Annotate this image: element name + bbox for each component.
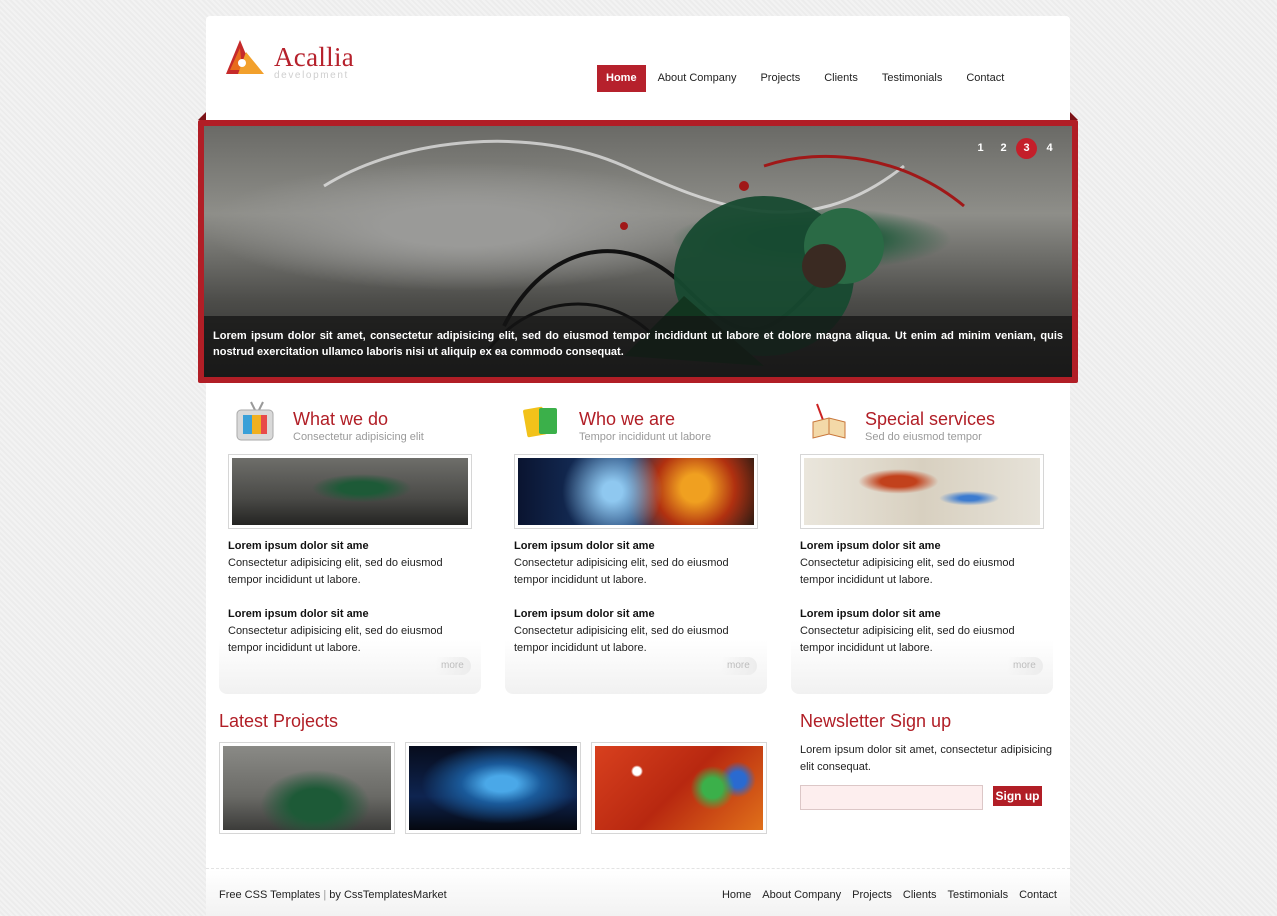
feature-item-text: Consectetur adipisicing elit, sed do eiu… (800, 557, 1015, 586)
more-link[interactable]: more (435, 657, 471, 675)
feature-title: What we do (293, 409, 389, 429)
feature-thumbnail[interactable] (800, 454, 1044, 529)
newsletter-text: Lorem ipsum dolor sit amet, consectetur … (800, 744, 1052, 773)
nav-projects[interactable]: Projects (748, 65, 812, 92)
feature-item-heading: Lorem ipsum dolor sit ame (228, 608, 369, 620)
feature-item-text: Consectetur adipisicing elit, sed do eiu… (228, 625, 443, 654)
brand-tagline: development (274, 70, 349, 81)
footer-nav-projects[interactable]: Projects (852, 889, 892, 901)
feature-item-heading: Lorem ipsum dolor sit ame (228, 540, 369, 552)
feature-column-what-we-do: What we do Consectetur adipisicing elit … (219, 396, 481, 694)
feature-item: Lorem ipsum dolor sit ame Consectetur ad… (228, 538, 476, 589)
banner-pager: 1 2 3 4 (970, 138, 1060, 159)
feature-title: Special services (865, 409, 996, 429)
nav-testimonials[interactable]: Testimonials (870, 65, 955, 92)
latest-projects-title: Latest Projects (219, 711, 339, 731)
nav-home[interactable]: Home (597, 65, 646, 92)
feature-item: Lorem ipsum dolor sit ame Consectetur ad… (800, 538, 1048, 589)
banner-corner-right (1070, 112, 1078, 120)
sign-up-button[interactable]: Sign up (993, 786, 1042, 806)
feature-item: Lorem ipsum dolor sit ame Consectetur ad… (228, 606, 476, 657)
feature-thumbnail[interactable] (228, 454, 472, 529)
footer-nav-about-company[interactable]: About Company (762, 889, 841, 901)
feature-item-text: Consectetur adipisicing elit, sed do eiu… (514, 557, 729, 586)
more-link[interactable]: more (1007, 657, 1043, 675)
book-icon (812, 403, 846, 439)
footer-nav-contact[interactable]: Contact (1019, 889, 1057, 901)
feature-title: Who we are (579, 409, 676, 429)
main-nav: Home About Company Projects Clients Test… (597, 65, 1016, 92)
feature-column-special-services: Special services Sed do eiusmod tempor L… (791, 396, 1053, 694)
pager-page-3[interactable]: 3 (1016, 138, 1037, 159)
folders-icon (523, 406, 557, 438)
pager-page-4[interactable]: 4 (1039, 138, 1060, 159)
banner-corner-left (198, 112, 206, 120)
nav-contact[interactable]: Contact (954, 65, 1016, 92)
brand-name[interactable]: Acallia (274, 42, 354, 73)
project-thumbnail[interactable] (219, 742, 395, 834)
feature-item-heading: Lorem ipsum dolor sit ame (514, 608, 655, 620)
nav-about-company[interactable]: About Company (646, 65, 749, 92)
more-link[interactable]: more (721, 657, 757, 675)
footer-templates-link[interactable]: Free CSS Templates (219, 889, 320, 901)
footer-nav-clients[interactable]: Clients (903, 889, 937, 901)
newsletter-title: Newsletter Sign up (800, 711, 952, 731)
footer-nav-home[interactable]: Home (722, 889, 751, 901)
feature-subtitle: Consectetur adipisicing elit (293, 431, 424, 443)
feature-item-text: Consectetur adipisicing elit, sed do eiu… (514, 625, 729, 654)
feature-subtitle: Sed do eiusmod tempor (865, 431, 982, 443)
feature-item: Lorem ipsum dolor sit ame Consectetur ad… (514, 606, 762, 657)
feature-item: Lorem ipsum dolor sit ame Consectetur ad… (800, 606, 1048, 657)
footer-separator: | (323, 889, 327, 901)
feature-subtitle: Tempor incididunt ut labore (579, 431, 712, 443)
feature-thumbnail[interactable] (514, 454, 758, 529)
feature-item-heading: Lorem ipsum dolor sit ame (800, 608, 941, 620)
footer-nav-testimonials[interactable]: Testimonials (948, 889, 1009, 901)
footer-divider (206, 868, 1070, 869)
feature-item-heading: Lorem ipsum dolor sit ame (800, 540, 941, 552)
banner-caption: Lorem ipsum dolor sit amet, consectetur … (204, 316, 1072, 377)
feature-item: Lorem ipsum dolor sit ame Consectetur ad… (514, 538, 762, 589)
footer-author-link[interactable]: by CssTemplatesMarket (329, 889, 446, 901)
project-thumbnail[interactable] (591, 742, 767, 834)
feature-item-text: Consectetur adipisicing elit, sed do eiu… (228, 557, 443, 586)
project-thumbnail[interactable] (405, 742, 581, 834)
feature-item-heading: Lorem ipsum dolor sit ame (514, 540, 655, 552)
feature-item-text: Consectetur adipisicing elit, sed do eiu… (800, 625, 1015, 654)
feature-column-who-we-are: Who we are Tempor incididunt ut labore L… (505, 396, 767, 694)
pager-page-2[interactable]: 2 (993, 138, 1014, 159)
footer-nav: Home About Company Projects Clients Test… (722, 889, 1057, 901)
nav-clients[interactable]: Clients (812, 65, 870, 92)
newsletter-email-input[interactable] (800, 785, 983, 810)
footer-credits: Free CSS Templates | by CssTemplatesMark… (219, 889, 447, 901)
tv-icon (236, 401, 274, 441)
pager-page-1[interactable]: 1 (970, 138, 991, 159)
